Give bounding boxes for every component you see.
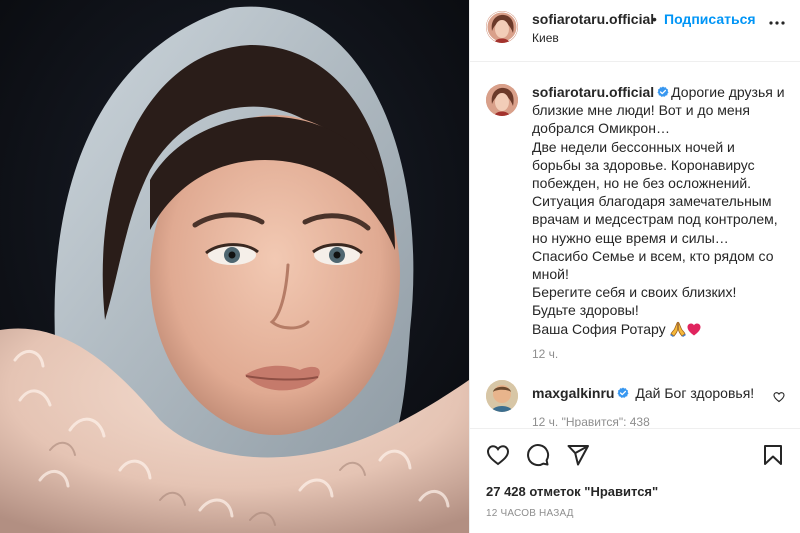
commenter-avatar[interactable]	[486, 380, 518, 412]
post-timestamp: 12 ЧАСОВ НАЗАД	[486, 508, 574, 519]
caption-line: добрался Омикрон…	[532, 120, 670, 137]
caption-line: Будьте здоровы!	[532, 302, 639, 319]
caption-line: врачам и медсестрам под контролем,	[532, 211, 778, 228]
post-details-panel: sofiarotaru.official • Подписаться Киев …	[469, 0, 800, 533]
separator-dot: •	[652, 11, 657, 27]
caption-author-avatar[interactable]	[486, 84, 518, 116]
caption-line: побежден, но не без осложнений.	[532, 175, 752, 192]
post-photo[interactable]	[0, 0, 469, 533]
author-avatar[interactable]	[486, 11, 518, 43]
author-username[interactable]: sofiarotaru.official	[532, 11, 654, 27]
share-icon[interactable]	[566, 443, 590, 467]
post-location[interactable]: Киев	[532, 31, 559, 45]
portrait-image	[0, 0, 469, 533]
caption-line: Ваша София Ротару	[532, 320, 666, 337]
comment-meta: 12 ч. "Нравится": 438	[532, 415, 650, 427]
verified-icon	[617, 387, 629, 398]
caption-line: Ситуация благодаря замечательным	[532, 193, 772, 210]
author-avatar-image	[486, 11, 518, 43]
likes-count[interactable]: 27 428 отметок "Нравится"	[486, 484, 658, 499]
comment: maxgalkinru Дай Бог здоровья!	[532, 385, 754, 401]
more-icon[interactable]	[767, 13, 787, 33]
bookmark-icon[interactable]	[761, 443, 785, 467]
caption-line: борьбы за здоровье. Коронавирус	[532, 156, 755, 173]
comment-text: Дай Бог здоровья!	[635, 385, 755, 401]
caption-timestamp[interactable]: 12 ч.	[532, 347, 558, 361]
caption-avatar-image	[486, 84, 518, 116]
comment-icon[interactable]	[526, 443, 550, 467]
caption-line: Дорогие друзья и	[671, 84, 785, 100]
post-header: sofiarotaru.official • Подписаться Киев	[470, 0, 800, 62]
comment-username[interactable]: maxgalkinru	[532, 385, 614, 401]
post-caption: sofiarotaru.official Дорогие друзья и бли…	[532, 83, 790, 338]
caption-line: мной!	[532, 266, 569, 283]
praying-hands-icon	[669, 321, 686, 337]
heart-icon[interactable]	[486, 443, 510, 467]
red-heart-icon	[687, 323, 701, 336]
comments-section[interactable]: sofiarotaru.official Дорогие друзья и бли…	[470, 63, 800, 427]
caption-line: близкие мне люди! Вот и до меня	[532, 102, 750, 119]
commenter-avatar-image	[486, 380, 518, 412]
caption-line: но нужно еще время и силы…	[532, 229, 729, 246]
caption-line: Две недели бессонных ночей и	[532, 138, 735, 155]
comment-like-icon[interactable]	[773, 391, 785, 403]
caption-line: Берегите себя и своих близких!	[532, 284, 737, 301]
caption-line: Спасибо Семье и всем, кто рядом со	[532, 247, 774, 264]
verified-icon	[657, 86, 669, 97]
post-actions: 27 428 отметок "Нравится" 12 ЧАСОВ НАЗАД	[470, 428, 800, 533]
caption-username[interactable]: sofiarotaru.official	[532, 84, 654, 100]
follow-button[interactable]: Подписаться	[664, 11, 756, 27]
